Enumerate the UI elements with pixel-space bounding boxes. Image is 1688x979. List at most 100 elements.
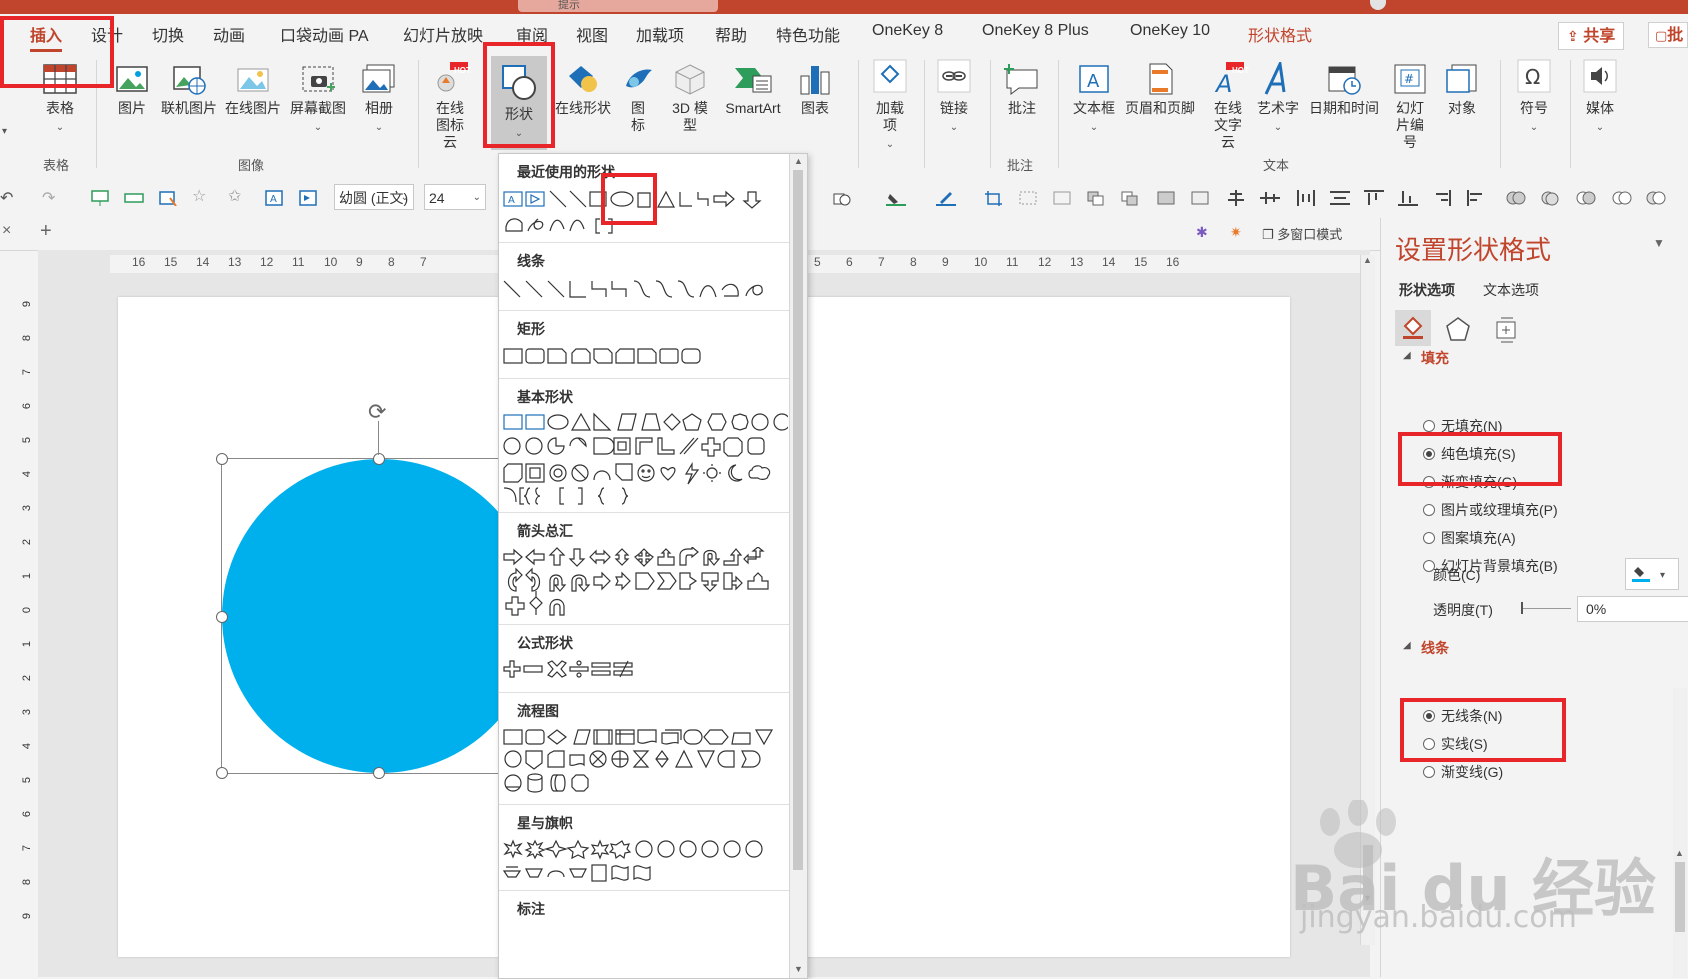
align-left-icon[interactable] <box>1466 190 1486 206</box>
wordart-button[interactable]: 艺术字 ⌄ <box>1256 62 1300 136</box>
tab-help[interactable]: 帮助 <box>715 22 747 46</box>
tab-text-options[interactable]: 文本选项 <box>1483 280 1539 300</box>
distribute-v-icon[interactable] <box>1330 190 1350 206</box>
star-icon[interactable]: ✩ <box>228 186 241 206</box>
ellipse-shape[interactable] <box>222 459 538 773</box>
tab-shape-options[interactable]: 形状选项 <box>1399 280 1455 300</box>
tab-onekey10[interactable]: OneKey 10 <box>1130 22 1210 40</box>
online-icon-cloud-button[interactable]: HOT 在线图标云 <box>424 62 476 151</box>
resize-handle[interactable] <box>216 767 228 779</box>
picture-button[interactable]: 图片 <box>108 62 156 117</box>
send-backward-icon[interactable] <box>1120 190 1140 206</box>
ungroup-icon[interactable] <box>1052 190 1072 206</box>
merge-subtract-icon[interactable] <box>1646 190 1666 206</box>
radio-button[interactable] <box>1423 532 1435 544</box>
star-outline-icon[interactable]: ☆ <box>192 186 206 206</box>
symbols-button[interactable]: Ω 符号 ⌄ <box>1508 58 1560 136</box>
online-shapes-button[interactable]: 在线形状 <box>552 62 614 117</box>
text-align-icon[interactable]: A <box>264 190 284 206</box>
radio-button[interactable] <box>1423 504 1435 516</box>
transparency-slider[interactable] <box>1521 602 1571 614</box>
add-tab-icon[interactable]: + <box>40 220 52 243</box>
align-middle-icon[interactable] <box>1260 190 1280 206</box>
scroll-up-icon[interactable]: ▲ <box>1363 255 1372 265</box>
scrollbar-thumb[interactable] <box>793 170 803 870</box>
link-button[interactable]: 链接 ⌄ <box>932 58 976 136</box>
close-icon[interactable]: × <box>2 222 11 240</box>
lines-row[interactable] <box>502 278 788 302</box>
fill-option[interactable]: 图片或纹理填充(P) <box>1423 500 1558 520</box>
transparency-input[interactable]: 0% <box>1577 596 1688 622</box>
title-search-box[interactable]: 提示 <box>518 0 718 12</box>
tab-onekey8plus[interactable]: OneKey 8 Plus <box>982 22 1089 40</box>
resize-handle[interactable] <box>216 611 228 623</box>
tab-shape-format[interactable]: 形状格式 <box>1248 22 1312 46</box>
align-right-icon[interactable] <box>1432 190 1452 206</box>
avatar[interactable] <box>1370 0 1386 10</box>
line-section-header[interactable]: 线条 <box>1421 638 1449 658</box>
addins-button[interactable]: 加载项 ⌄ <box>866 58 914 153</box>
undo-icon[interactable]: ↶ <box>0 188 13 208</box>
shape-fill-tool-icon[interactable] <box>832 190 852 206</box>
collapse-line-icon[interactable]: ◢ <box>1403 640 1411 651</box>
arrows-grid[interactable] <box>502 547 788 619</box>
crop-icon[interactable] <box>984 190 1004 206</box>
date-time-button[interactable]: 日期和时间 <box>1306 62 1382 117</box>
radio-button[interactable] <box>1423 766 1435 778</box>
settings-gear-icon[interactable]: ✷ <box>1230 224 1242 241</box>
3d-model-button[interactable]: 3D 模型 <box>664 62 716 134</box>
resize-handle[interactable] <box>216 453 228 465</box>
text-fit-icon[interactable] <box>298 190 318 206</box>
comment-button[interactable]: 批注 <box>1000 62 1044 117</box>
tab-pocket-animation[interactable]: 口袋动画 PA <box>280 22 369 46</box>
size-properties-icon[interactable] <box>1491 314 1521 344</box>
resize-handle[interactable] <box>373 767 385 779</box>
smartart-button[interactable]: SmartArt <box>718 62 788 117</box>
scroll-down-icon[interactable]: ▼ <box>794 964 803 974</box>
font-size-select[interactable]: 24 ⌄ <box>424 184 486 210</box>
rectangles-row[interactable] <box>502 347 788 367</box>
group-objects-icon[interactable] <box>1018 190 1038 206</box>
merge-fragment-icon[interactable] <box>1576 190 1596 206</box>
stars-grid[interactable] <box>502 839 788 883</box>
object-button[interactable]: 对象 <box>1440 62 1484 117</box>
word-cloud-button[interactable]: A HOT 在线文字云 <box>1204 62 1252 151</box>
header-footer-button[interactable]: 页眉和页脚 <box>1122 62 1198 117</box>
slider-thumb[interactable] <box>1521 602 1523 614</box>
ribbon-scroll-left[interactable]: ▾ <box>2 126 7 137</box>
icons-button[interactable]: 图标 <box>620 62 656 134</box>
font-name-select[interactable]: 幼圆 (正文) ⌄ <box>334 184 414 210</box>
album-button[interactable]: 相册 ⌄ <box>355 62 403 136</box>
tab-onekey8[interactable]: OneKey 8 <box>872 22 943 40</box>
tab-special[interactable]: 特色功能 <box>776 22 840 46</box>
slide-number-button[interactable]: # 幻灯片编号 <box>1386 62 1434 151</box>
merge-union-icon[interactable] <box>1506 190 1526 206</box>
share-button[interactable]: ⇪ 共享 <box>1558 22 1625 50</box>
chart-button[interactable]: 图表 <box>792 62 838 117</box>
scroll-up-icon[interactable]: ▲ <box>794 156 803 166</box>
basic-shapes-grid[interactable] <box>502 412 788 508</box>
magic-icon[interactable]: ✱ <box>1196 224 1208 241</box>
bring-forward-icon[interactable] <box>1086 190 1106 206</box>
pane-scrollbar[interactable]: ▲ <box>1673 688 1687 978</box>
ruler-icon[interactable] <box>124 190 144 206</box>
fill-line-tab[interactable] <box>1395 310 1431 346</box>
presenter-icon[interactable] <box>90 190 110 206</box>
merge-intersect-icon[interactable] <box>1612 190 1632 206</box>
rotate-handle-icon[interactable]: ⟳ <box>368 399 386 425</box>
flowchart-grid[interactable] <box>502 727 788 797</box>
tab-transitions[interactable]: 切换 <box>152 22 184 46</box>
shapes-gallery-dropdown[interactable]: ▲ ▼ 最近使用的形状 A 线条 矩形 基本形状 箭头总汇 公式形状 流程图 星… <box>498 153 808 979</box>
scroll-up-icon[interactable]: ▲ <box>1675 848 1684 858</box>
fill-section-header[interactable]: 填充 <box>1421 348 1449 368</box>
resize-handle[interactable] <box>373 453 385 465</box>
fill-color-icon[interactable] <box>886 190 906 206</box>
fill-option[interactable]: 图案填充(A) <box>1423 528 1516 548</box>
scrollbar-thumb[interactable] <box>1675 862 1685 932</box>
equation-shapes-row[interactable] <box>502 659 788 679</box>
web-picture-button[interactable]: 在线图片 <box>222 62 284 117</box>
tab-animations[interactable]: 动画 <box>213 22 245 46</box>
comments-button[interactable]: ▢批 <box>1648 22 1688 48</box>
color-picker-button[interactable]: ▾ <box>1625 558 1679 590</box>
send-back-icon[interactable] <box>1190 190 1210 206</box>
